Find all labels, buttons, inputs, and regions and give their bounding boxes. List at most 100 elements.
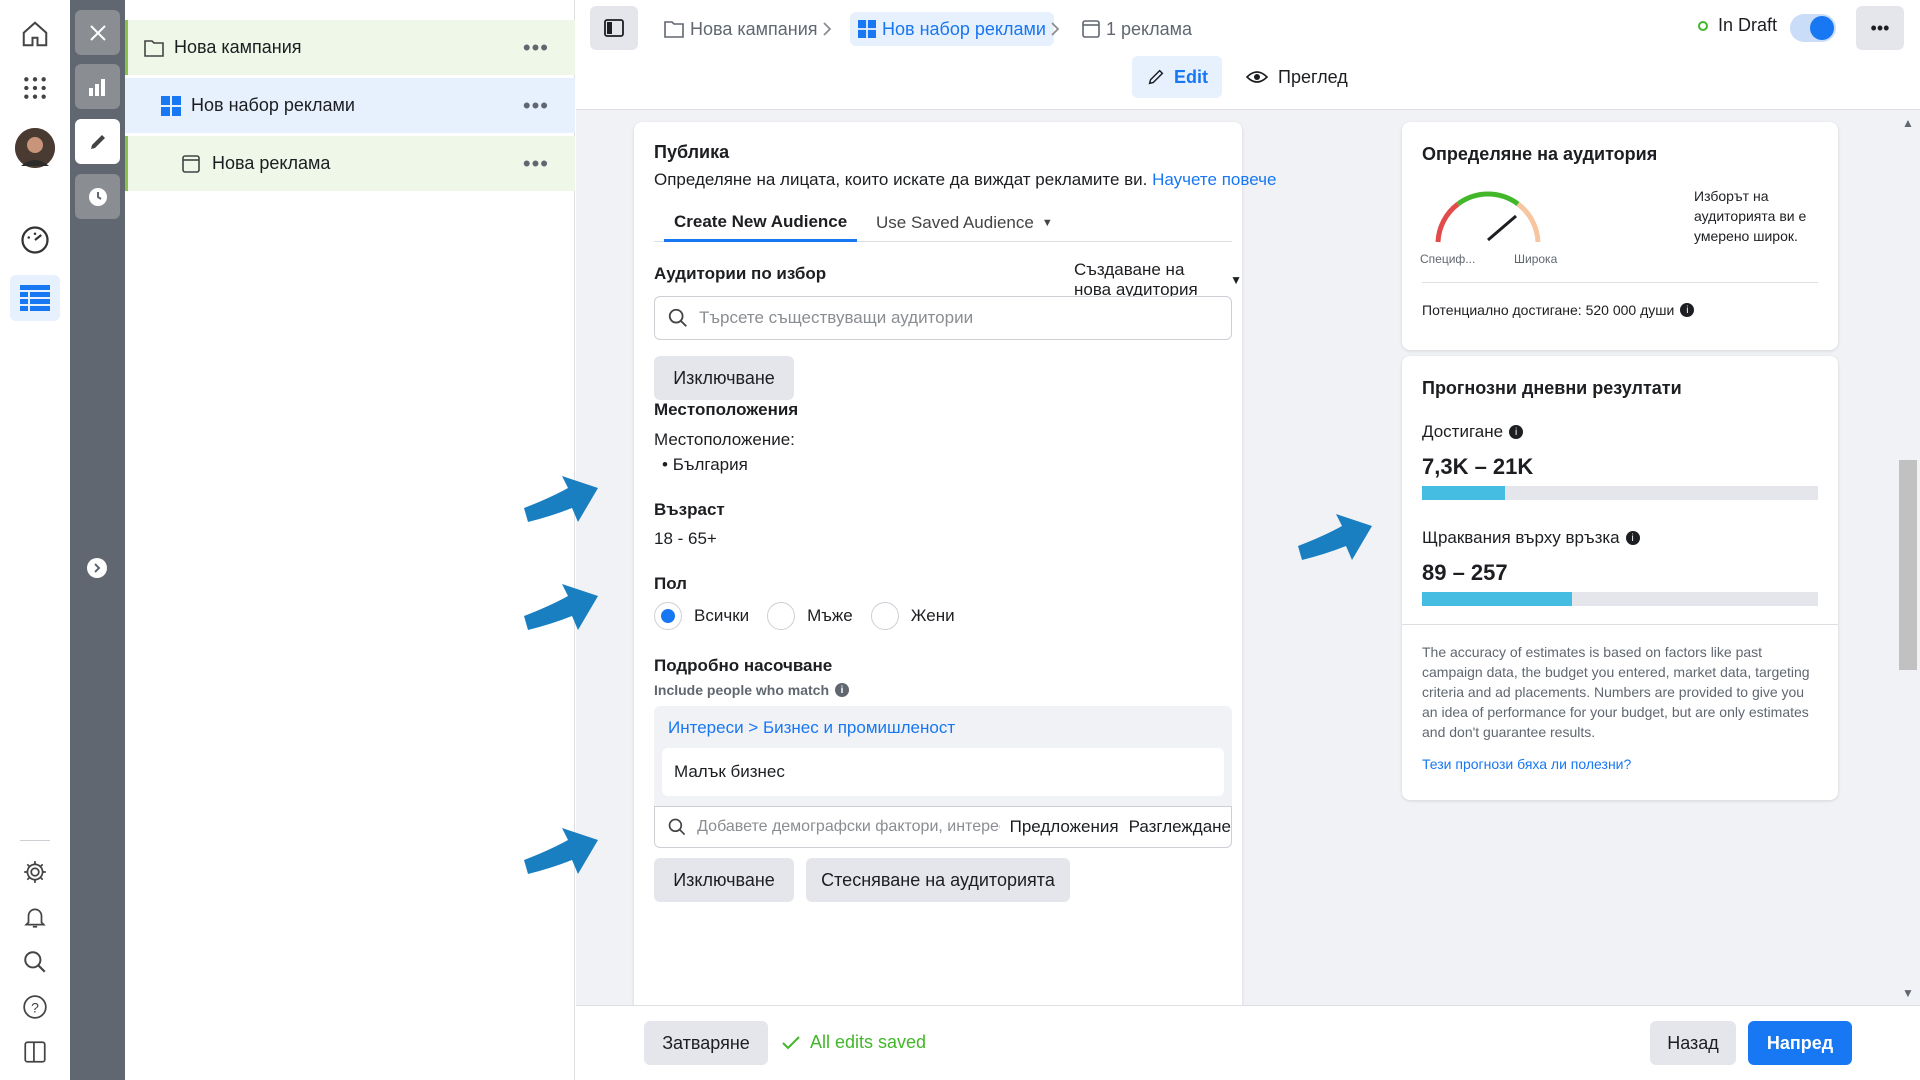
interest-path-link-1[interactable]: Интереси <box>668 718 744 737</box>
clicks-bar-fill <box>1422 592 1573 606</box>
suggestions-link[interactable]: Предложения <box>1010 817 1119 837</box>
audience-title: Публика <box>654 142 730 162</box>
info-icon[interactable]: i <box>835 683 850 697</box>
back-button[interactable]: Назад <box>1650 1021 1736 1065</box>
draft-toggle[interactable] <box>1790 14 1836 42</box>
definition-note: Изборът на аудиторията ви е умерено широ… <box>1694 188 1807 244</box>
learn-more-link[interactable]: Научете повече <box>1152 170 1276 189</box>
audience-tabs: Create New Audience Use Saved Audience ▼ <box>654 204 1232 242</box>
panel-toggle-icon[interactable] <box>17 1034 53 1070</box>
interest-path-link-2[interactable]: Бизнес и промишленост <box>763 718 955 737</box>
adset-grid-icon <box>858 20 876 38</box>
daily-results-card: Прогнозни дневни резултати Достигане i 7… <box>1402 356 1838 800</box>
toggle-sidebar-icon[interactable] <box>590 6 638 50</box>
edit-tab[interactable]: Edit <box>1132 56 1222 98</box>
audience-subtitle-row: Определяне на лицата, които искате да ви… <box>654 170 1276 190</box>
home-icon[interactable] <box>17 16 53 52</box>
potential-reach-row: Потенциално достигане: 520 000 души i <box>1422 302 1695 318</box>
age-value[interactable]: 18 - 65+ <box>654 529 717 549</box>
reports-chart-icon[interactable] <box>75 64 120 109</box>
close-button[interactable]: Затваряне <box>644 1021 768 1065</box>
tree-campaign-label: Нова кампания <box>174 37 302 57</box>
potential-reach: Потенциално достигане: 520 000 души <box>1422 302 1675 318</box>
audience-gauge-icon <box>1435 191 1541 243</box>
ads-manager-table-icon[interactable] <box>10 275 60 321</box>
browse-link[interactable]: Разглеждане <box>1129 817 1231 837</box>
close-icon[interactable] <box>75 10 120 55</box>
expand-chevron-icon[interactable] <box>87 558 107 578</box>
tab-create-new-audience[interactable]: Create New Audience <box>664 204 858 242</box>
estimates-disclaimer: The accuracy of estimates is based on fa… <box>1422 644 1810 740</box>
performance-dial-icon[interactable] <box>17 222 53 258</box>
radio-women[interactable] <box>870 602 899 630</box>
scroll-up-icon[interactable]: ▲ <box>1902 116 1914 130</box>
tree-item-campaign[interactable]: Нова кампания ••• <box>125 20 575 75</box>
tree-adset-label: Нов набор реклами <box>191 95 355 115</box>
more-options-icon[interactable]: ••• <box>523 151 549 177</box>
avatar[interactable] <box>15 128 55 168</box>
apps-grid-icon[interactable] <box>17 70 53 106</box>
tree-item-ad[interactable]: Нова реклама ••• <box>125 136 575 191</box>
scrollbar-thumb[interactable] <box>1899 460 1917 670</box>
edit-pencil-icon[interactable] <box>75 119 120 164</box>
radio-men[interactable] <box>767 602 796 630</box>
search-icon[interactable] <box>17 944 53 980</box>
reach-value: 7,3K – 21K <box>1422 454 1534 479</box>
clicks-label-row: Щраквания върху връзка i <box>1422 528 1640 548</box>
interest-path-separator: > <box>748 718 759 737</box>
audience-search-input[interactable]: Търсете съществуващи аудитории <box>654 296 1232 340</box>
chevron-right-icon <box>1050 12 1060 46</box>
notifications-bell-icon[interactable] <box>17 899 53 935</box>
more-options-icon[interactable]: ••• <box>523 93 549 119</box>
tab-use-saved-audience[interactable]: Use Saved Audience ▼ <box>876 204 1053 242</box>
status-dot-icon <box>1698 20 1708 31</box>
estimates-feedback-link[interactable]: Тези прогнози бяха ли полезни? <box>1422 756 1631 772</box>
checkmark-icon <box>782 1035 800 1049</box>
tree-item-adset[interactable]: Нов набор реклами ••• <box>125 78 575 133</box>
tab-use-saved-label: Use Saved Audience <box>876 213 1034 232</box>
detailed-targeting-search[interactable]: Добавете демографски фактори, интереси и… <box>654 806 1232 848</box>
exclude-button[interactable]: Изключване <box>654 356 794 400</box>
history-clock-icon[interactable] <box>75 174 120 219</box>
create-new-audience-dropdown[interactable]: Създаване на нова аудитория ▼ <box>1074 260 1242 300</box>
footer-bar: Затваряне All edits saved Назад Напред <box>576 1005 1920 1080</box>
caret-down-icon: ▼ <box>1041 217 1053 229</box>
audience-card: Публика Определяне на лицата, които иска… <box>634 122 1276 1022</box>
breadcrumb-campaign[interactable]: Нова кампания <box>656 12 826 46</box>
divider <box>1422 282 1818 283</box>
include-row: Include people who match i <box>654 682 850 698</box>
breadcrumb-adset[interactable]: Нов набор реклами <box>850 12 1054 46</box>
help-icon[interactable]: ? <box>17 989 53 1025</box>
radio-women-label: Жени <box>910 606 955 625</box>
settings-gear-icon[interactable] <box>17 854 53 890</box>
more-options-icon[interactable]: ••• <box>1856 6 1904 50</box>
narrow-audience-button[interactable]: Стесняване на аудиторията <box>806 858 1070 902</box>
radio-all[interactable] <box>654 602 682 630</box>
custom-audiences-label: Аудитории по избор <box>654 264 827 283</box>
scrollbar[interactable]: ▲ ▼ <box>1896 110 1920 1005</box>
exclude-button-2[interactable]: Изключване <box>654 858 794 902</box>
gauge-broad-label: Широка <box>1514 252 1558 266</box>
location-value: България <box>672 455 748 474</box>
gender-options: Всички Мъже Жени <box>654 602 955 630</box>
next-button[interactable]: Напред <box>1748 1021 1852 1065</box>
breadcrumb-ad[interactable]: 1 реклама <box>1074 12 1200 46</box>
info-icon[interactable]: i <box>1509 425 1524 439</box>
svg-text:?: ? <box>31 999 39 1015</box>
more-options-icon[interactable]: ••• <box>523 35 549 61</box>
preview-tab[interactable]: Преглед <box>1246 56 1348 98</box>
annotation-arrow <box>524 828 598 874</box>
eye-icon <box>1246 71 1268 83</box>
annotation-arrow <box>524 476 598 522</box>
interest-path: Интереси > Бизнес и промишленост <box>668 718 955 738</box>
audience-definition-card: Определяне на аудитория Специф... Широка… <box>1402 122 1838 350</box>
scroll-down-icon[interactable]: ▼ <box>1902 986 1914 1000</box>
folder-icon <box>664 21 684 38</box>
gender-title: Пол <box>654 574 687 593</box>
info-icon[interactable]: i <box>1680 303 1695 317</box>
breadcrumb-adset-label: Нов набор реклами <box>882 18 1046 39</box>
breadcrumb-ad-label: 1 реклама <box>1106 18 1193 39</box>
ad-page-icon <box>182 154 200 173</box>
interest-item[interactable]: Малък бизнес <box>662 748 1224 796</box>
info-icon[interactable]: i <box>1625 531 1640 545</box>
